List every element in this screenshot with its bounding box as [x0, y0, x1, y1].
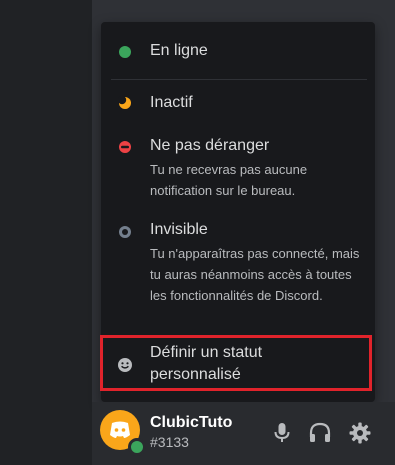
dnd-status-icon: [119, 141, 131, 153]
status-option-online[interactable]: En ligne: [101, 22, 375, 79]
online-status-icon: [119, 46, 131, 58]
settings-gear-icon[interactable]: [348, 421, 372, 445]
status-option-description: Tu ne recevras pas aucune notification s…: [150, 162, 308, 198]
status-option-label: Ne pas déranger: [150, 137, 270, 154]
headphones-icon[interactable]: [308, 421, 332, 445]
highlight-box: [100, 335, 372, 391]
username: ClubicTuto: [150, 414, 233, 431]
status-option-idle[interactable]: Inactif: [101, 82, 375, 122]
menu-separator: [111, 79, 367, 80]
microphone-icon[interactable]: [270, 421, 294, 445]
status-option-label: Invisible: [150, 221, 208, 238]
idle-moon-icon: [118, 96, 131, 109]
invisible-status-icon: [119, 226, 131, 238]
user-tag: #3133: [150, 434, 189, 450]
user-status-indicator: [128, 438, 146, 456]
discord-logo-icon: [110, 421, 130, 438]
status-option-invisible[interactable]: Invisible Tu n'apparaîtras pas connecté,…: [101, 212, 375, 332]
server-list-strip: [0, 0, 92, 465]
status-option-dnd[interactable]: Ne pas déranger Tu ne recevras pas aucun…: [101, 126, 375, 206]
status-option-label: En ligne: [150, 42, 208, 59]
status-option-description: Tu n'apparaîtras pas connecté, mais tu a…: [150, 246, 360, 303]
status-option-label: Inactif: [150, 94, 193, 111]
